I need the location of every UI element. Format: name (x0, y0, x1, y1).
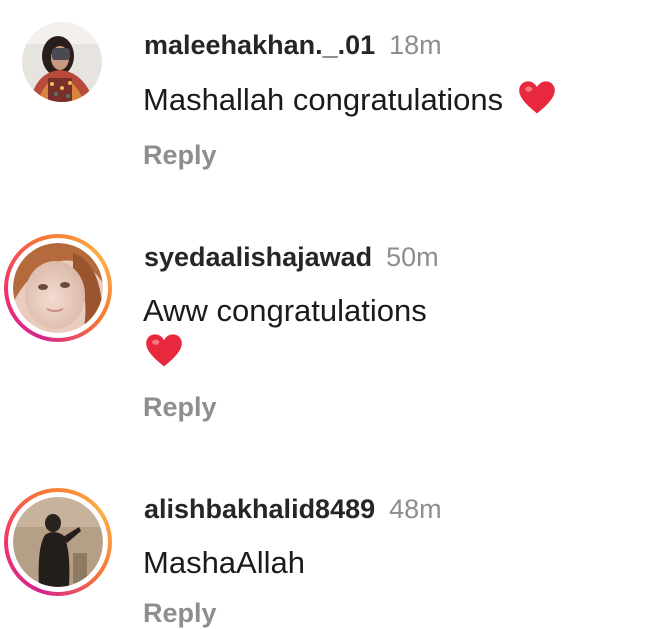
comment-text: MashaAllah (143, 545, 305, 580)
reply-button[interactable]: Reply (143, 392, 217, 423)
comment-text: Mashallah congratulations (143, 82, 504, 117)
red-heart-icon (146, 334, 182, 367)
comment-time: 50m (386, 242, 439, 272)
avatar[interactable] (4, 234, 112, 342)
comment-username-row: alishbakhalid8489 48m (144, 494, 442, 525)
username-link[interactable]: maleehakhan._.01 (144, 30, 375, 60)
profile-photo-icon (22, 22, 102, 102)
comment-username-row: maleehakhan._.01 18m (144, 30, 442, 61)
comment-text-row: Mashallah congratulations (143, 80, 556, 118)
comment-item: alishbakhalid8489 48m MashaAllah Reply (0, 460, 661, 628)
comment-item: syedaalishajawad 50m Aww congratulations … (0, 200, 661, 460)
comment-username-row: syedaalishajawad 50m (144, 242, 439, 273)
reply-button[interactable]: Reply (143, 598, 217, 629)
username-link[interactable]: syedaalishajawad (144, 242, 372, 272)
avatar[interactable] (22, 22, 102, 102)
red-heart-icon (518, 81, 555, 114)
comment-time: 18m (389, 30, 442, 60)
comment-text: Aww congratulations (143, 293, 427, 328)
comment-item: maleehakhan._.01 18m Mashallah congratula… (0, 0, 661, 200)
profile-photo-icon (13, 243, 103, 333)
reply-button[interactable]: Reply (143, 140, 217, 171)
profile-photo-icon (13, 497, 103, 587)
avatar[interactable] (4, 488, 112, 596)
comment-time: 48m (389, 494, 442, 524)
username-link[interactable]: alishbakhalid8489 (144, 494, 375, 524)
